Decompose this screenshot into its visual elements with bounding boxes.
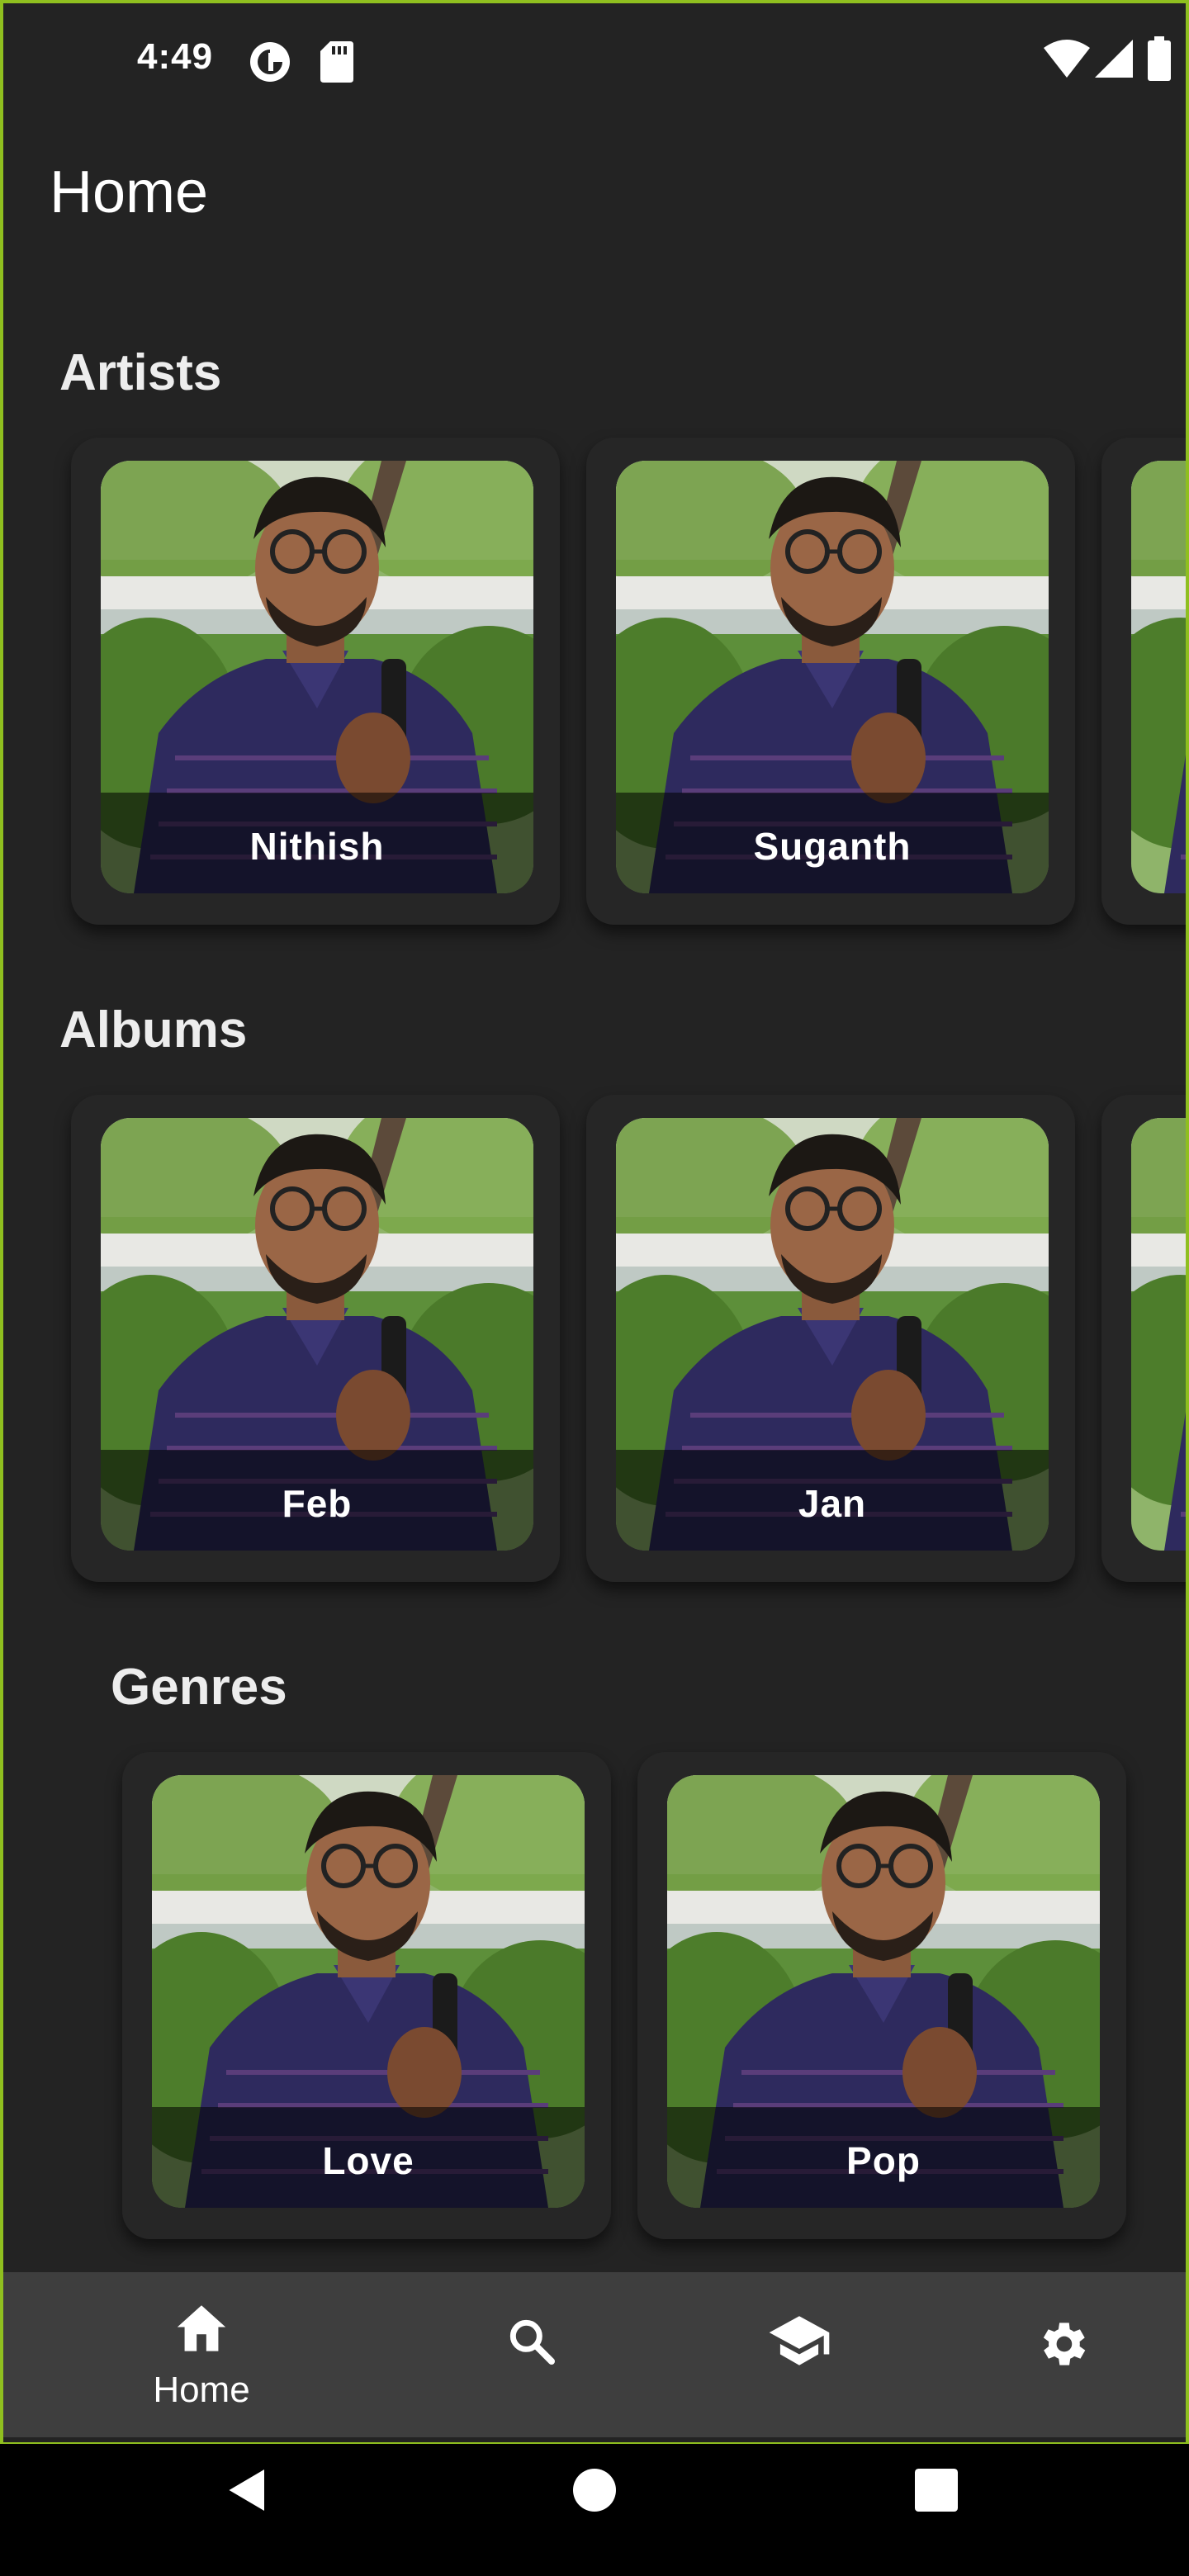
nav-item-learn[interactable] <box>651 2272 948 2437</box>
artist-card[interactable]: Nithish <box>71 438 560 925</box>
wifi-icon <box>1044 40 1090 78</box>
artist-image <box>1131 461 1189 893</box>
bottom-navigation: Home <box>3 2272 1186 2437</box>
section-title-genres: Genres <box>111 1659 287 1716</box>
home-circle-icon[interactable] <box>573 2469 616 2512</box>
section-title-albums: Albums <box>59 1002 248 1058</box>
album-photo: Jan <box>616 1118 1049 1551</box>
artist-photo: Nithish <box>101 461 533 893</box>
artist-card[interactable] <box>1101 438 1189 925</box>
home-icon <box>177 2305 226 2351</box>
album-photo: Feb <box>101 1118 533 1551</box>
settings-icon <box>1043 2323 1086 2365</box>
artist-card[interactable]: Suganth <box>586 438 1075 925</box>
artist-name: Suganth <box>753 825 912 868</box>
data-saver-icon <box>250 42 290 82</box>
album-card[interactable]: Jan <box>586 1095 1075 1582</box>
genre-photo: Pop <box>667 1775 1100 2208</box>
school-icon <box>769 2316 830 2365</box>
nav-label-home: Home <box>153 2370 250 2410</box>
album-card[interactable] <box>1101 1095 1189 1582</box>
nav-item-home[interactable]: Home <box>53 2272 350 2437</box>
page-title: Home <box>50 159 209 225</box>
signal-icon <box>1095 40 1133 78</box>
genre-card[interactable]: Pop <box>637 1752 1126 2239</box>
section-title-artists: Artists <box>59 344 222 401</box>
status-time: 4:49 <box>137 36 214 77</box>
recents-icon[interactable] <box>915 2469 958 2512</box>
app-screen: 4:49 Home Artists Nithish Suganth Albums… <box>0 0 1189 2444</box>
genre-name: Pop <box>846 2139 921 2182</box>
album-name: Feb <box>282 1482 353 1525</box>
genre-card[interactable]: Love <box>122 1752 611 2239</box>
genre-photo: Love <box>152 1775 585 2208</box>
artist-name: Nithish <box>249 825 385 868</box>
album-photo <box>1131 1118 1189 1551</box>
search-icon <box>509 2319 555 2365</box>
album-card[interactable]: Feb <box>71 1095 560 1582</box>
status-bar: 4:49 <box>3 3 1186 119</box>
album-name: Jan <box>798 1482 867 1525</box>
artist-photo: Suganth <box>616 461 1049 893</box>
nav-item-settings[interactable] <box>913 2272 1186 2437</box>
sd-card-icon <box>320 41 353 83</box>
album-image <box>1131 1118 1189 1551</box>
system-navigation-bar <box>0 2444 1189 2576</box>
battery-icon <box>1148 36 1171 81</box>
back-icon[interactable] <box>223 2465 272 2515</box>
artist-photo <box>1131 461 1189 893</box>
genre-name: Love <box>322 2139 414 2182</box>
nav-item-search[interactable] <box>383 2272 680 2437</box>
